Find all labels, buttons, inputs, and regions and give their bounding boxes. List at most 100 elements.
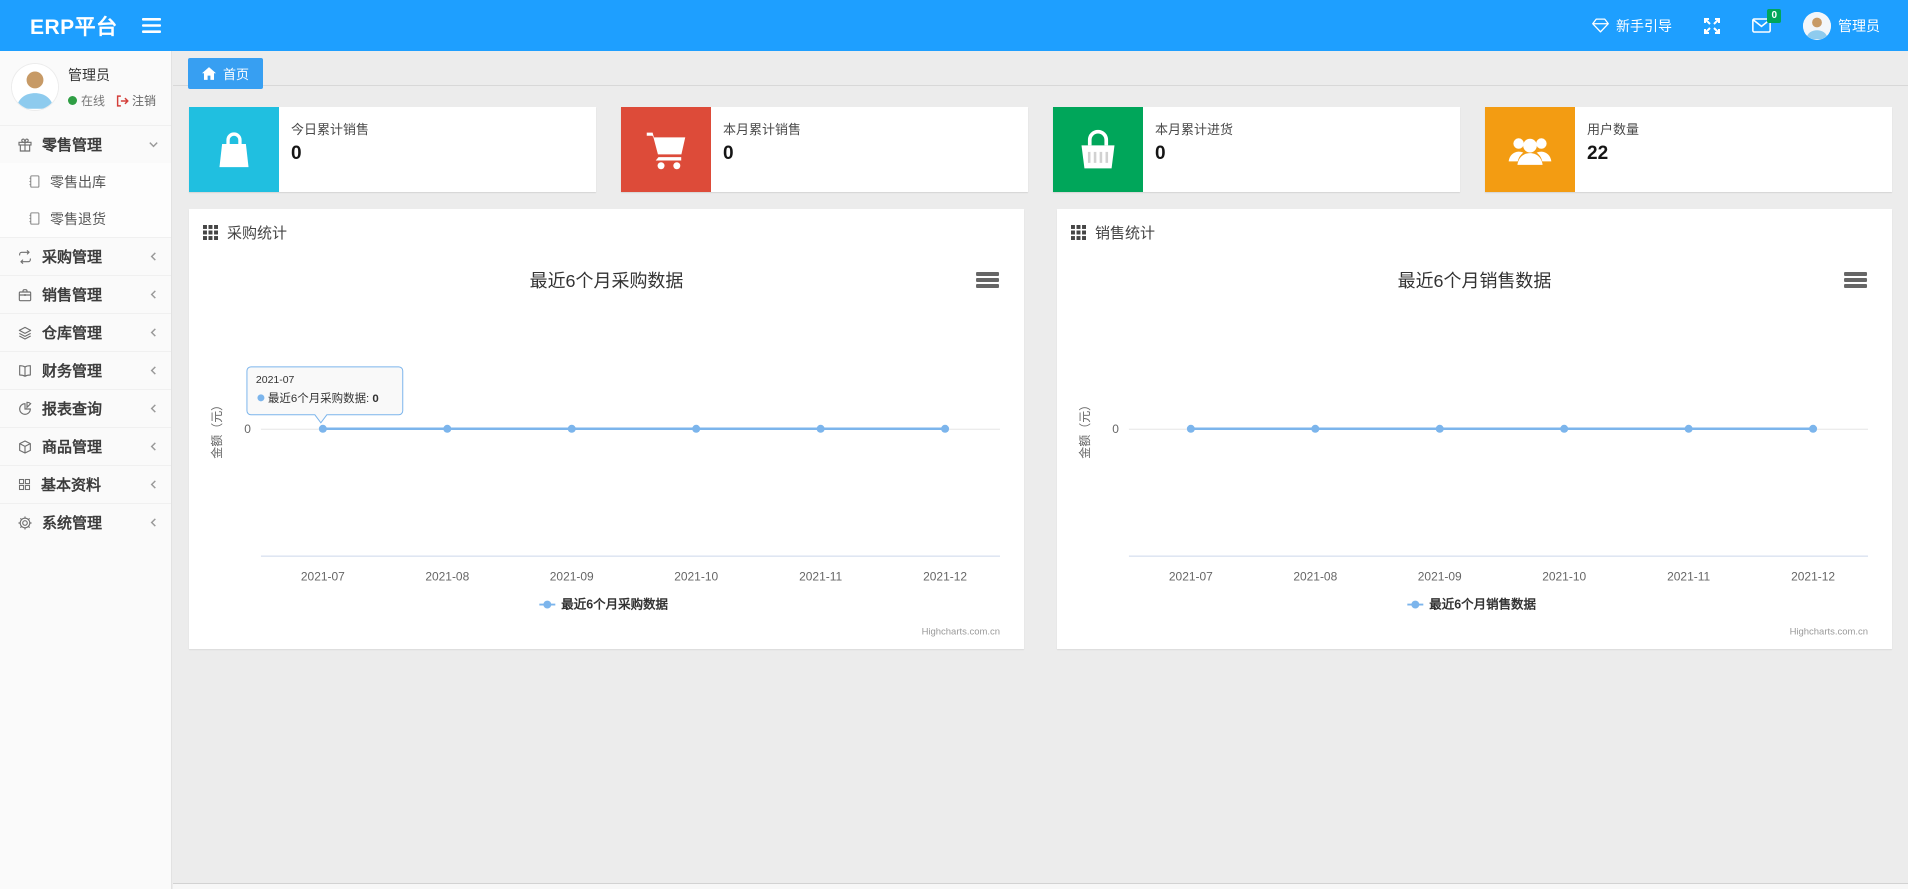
avatar bbox=[12, 64, 58, 110]
gift-icon bbox=[17, 137, 33, 153]
svg-text:最近6个月采购数据: 0: 最近6个月采购数据: 0 bbox=[268, 391, 379, 405]
chevron-left-icon bbox=[148, 251, 159, 262]
logout-button[interactable]: 注销 bbox=[116, 92, 156, 109]
home-icon bbox=[202, 67, 216, 80]
sidebar-item-goods[interactable]: 商品管理 bbox=[0, 427, 171, 465]
y-axis-title: 金额（元） bbox=[209, 399, 224, 459]
x-axis-label: 2021-11 bbox=[1667, 570, 1710, 584]
chevron-left-icon bbox=[148, 365, 159, 376]
sidebar: 管理员 在线 注销 零售管理 零售出库 零售退货 采购管理销售管理仓库管理 财务管理报表… bbox=[0, 51, 172, 889]
chart-context-menu-icon[interactable] bbox=[1844, 271, 1868, 288]
chart-panels-row: 采购统计 最近6个月采购数据 金额（元） 0 2021-07 2021-08 2021-0… bbox=[173, 192, 1908, 649]
sidebar-item-basic-data[interactable]: 基本资料 bbox=[0, 465, 171, 503]
chevron-left-icon bbox=[148, 479, 159, 490]
shopping-basket-icon bbox=[1053, 107, 1143, 192]
sidebar-item-purchase[interactable]: 采购管理 bbox=[0, 237, 171, 275]
stat-card-label: 今日累计销售 bbox=[291, 122, 370, 137]
stat-card-user-count: 用户数量 22 bbox=[1485, 107, 1892, 192]
sidebar-item-retail[interactable]: 零售管理 bbox=[0, 125, 171, 163]
stat-card-value: 0 bbox=[291, 143, 302, 164]
legend-item[interactable]: 最近6个月销售数据 bbox=[1407, 597, 1537, 612]
sidebar-item-warehouse[interactable]: 仓库管理 bbox=[0, 313, 171, 351]
box-icon bbox=[17, 439, 33, 455]
panel-title: 销售统计 bbox=[1095, 225, 1156, 242]
sales-chart: 最近6个月销售数据 金额（元） 0 2021-07 2021-08 2021-09 2021… bbox=[1057, 251, 1892, 649]
x-axis-label: 2021-12 bbox=[1791, 570, 1835, 584]
x-axis-label: 2021-12 bbox=[923, 570, 967, 584]
stat-card-label: 用户数量 bbox=[1587, 122, 1640, 137]
chart-context-menu-icon[interactable] bbox=[976, 271, 1000, 288]
tab-bar: 首页 bbox=[173, 51, 1908, 89]
sidebar-item-label: 销售管理 bbox=[42, 287, 103, 304]
gear-icon bbox=[17, 515, 33, 531]
sidebar-item-retail-out[interactable]: 零售出库 bbox=[0, 163, 171, 200]
stat-card-month-sales: 本月累计销售 0 bbox=[621, 107, 1028, 192]
panel-sales-stats: 销售统计 最近6个月销售数据 金额（元） 0 2021-07 2021-08 2021-0… bbox=[1057, 209, 1892, 649]
x-axis-label: 2021-10 bbox=[674, 570, 718, 584]
repeat-icon bbox=[17, 249, 33, 265]
sidebar-item-label: 商品管理 bbox=[42, 439, 103, 456]
briefcase-icon bbox=[17, 287, 33, 303]
sidebar-item-label: 基本资料 bbox=[41, 477, 102, 494]
svg-text:2021-07: 2021-07 bbox=[256, 375, 295, 386]
stat-card-today-sales: 今日累计销售 0 bbox=[189, 107, 596, 192]
fullscreen-button[interactable] bbox=[1704, 17, 1720, 34]
guide-label: 新手引导 bbox=[1616, 17, 1672, 34]
panel-title: 采购统计 bbox=[227, 225, 288, 242]
user-panel: 管理员 在线 注销 bbox=[0, 51, 171, 125]
guide-button[interactable]: 新手引导 bbox=[1592, 16, 1672, 36]
x-axis-label: 2021-09 bbox=[1418, 570, 1462, 584]
data-point bbox=[1560, 424, 1569, 433]
stat-card-value: 0 bbox=[1155, 143, 1166, 164]
line-chart: 最近6个月采购数据金额（元） 02021-07 2021-08 2021-09 2021… bbox=[209, 271, 1000, 638]
tab-home-label: 首页 bbox=[223, 67, 250, 82]
tab-home[interactable]: 首页 bbox=[188, 58, 264, 89]
sidebar-item-retail-return[interactable]: 零售退货 bbox=[0, 200, 171, 237]
x-axis-label: 2021-08 bbox=[1293, 570, 1337, 584]
x-axis-label: 2021-07 bbox=[301, 570, 345, 584]
panel-purchase-stats: 采购统计 最近6个月采购数据 金额（元） 0 2021-07 2021-08 2021-0… bbox=[189, 209, 1024, 649]
messages-button[interactable]: 0 bbox=[1752, 9, 1781, 33]
stat-cards-row: 今日累计销售 0 本月累计销售 0 本月累计进货 0 用户数量 22 bbox=[173, 86, 1908, 192]
top-navbar: ERP平台 新手引导 0 管理员 bbox=[0, 0, 1908, 51]
sidebar-item-label: 系统管理 bbox=[42, 515, 103, 532]
chevron-left-icon bbox=[148, 441, 159, 452]
users-icon bbox=[1485, 107, 1575, 192]
app-brand[interactable]: ERP平台 bbox=[0, 11, 142, 41]
data-point bbox=[1684, 424, 1693, 433]
chevron-left-icon bbox=[148, 403, 159, 414]
footer-divider bbox=[173, 883, 1908, 889]
grid-icon bbox=[17, 477, 32, 492]
main-content: 首页 今日累计销售 0 本月累计销售 0 本月累计进货 0 用户数量 22 采购统计 最近6个… bbox=[173, 51, 1908, 889]
diamond-icon bbox=[1592, 18, 1609, 33]
data-point bbox=[1809, 424, 1818, 433]
sidebar-submenu-retail: 零售出库 零售退货 bbox=[0, 163, 171, 237]
pie-chart-icon bbox=[17, 401, 33, 417]
chart-credits: Highcharts.com.cn bbox=[1790, 627, 1868, 638]
sidebar-item-system[interactable]: 系统管理 bbox=[0, 503, 171, 541]
data-point bbox=[941, 424, 950, 433]
x-axis-label: 2021-07 bbox=[1169, 570, 1213, 584]
navbar-username: 管理员 bbox=[1838, 17, 1880, 34]
data-point bbox=[816, 424, 825, 433]
data-point bbox=[443, 424, 452, 433]
book-icon bbox=[17, 363, 33, 379]
chevron-left-icon bbox=[148, 517, 159, 528]
legend-item[interactable]: 最近6个月采购数据 bbox=[539, 597, 669, 612]
user-menu[interactable]: 管理员 bbox=[1803, 11, 1880, 40]
svg-text:最近6个月采购数据: 最近6个月采购数据 bbox=[561, 597, 668, 612]
stat-card-label: 本月累计销售 bbox=[723, 122, 802, 137]
sidebar-item-sales[interactable]: 销售管理 bbox=[0, 275, 171, 313]
layers-icon bbox=[17, 325, 33, 341]
data-point bbox=[692, 424, 701, 433]
logout-label: 注销 bbox=[132, 94, 157, 108]
sidebar-item-label: 报表查询 bbox=[42, 401, 103, 418]
sidebar-toggle-icon[interactable] bbox=[141, 18, 161, 33]
sidebar-item-reports[interactable]: 报表查询 bbox=[0, 389, 171, 427]
navbar-right: 新手引导 0 管理员 bbox=[1592, 9, 1908, 40]
stat-card-value: 0 bbox=[723, 143, 734, 164]
sidebar-item-finance[interactable]: 财务管理 bbox=[0, 351, 171, 389]
shopping-bag-icon bbox=[189, 107, 279, 192]
online-status-label: 在线 bbox=[81, 94, 106, 108]
chart-credits: Highcharts.com.cn bbox=[922, 627, 1000, 638]
